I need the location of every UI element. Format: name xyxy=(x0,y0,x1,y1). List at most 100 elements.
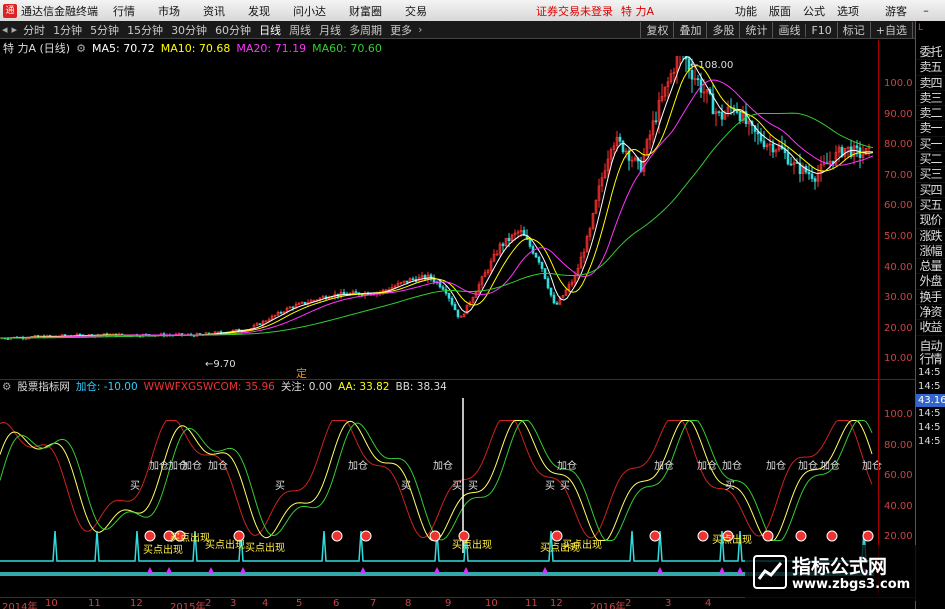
candle-body xyxy=(258,323,262,326)
candle-body xyxy=(552,294,556,304)
price-tag: 43.16 xyxy=(916,393,945,407)
sidebar-item-15[interactable]: 外盘 xyxy=(916,274,945,290)
sidebar-auto[interactable]: 自动 xyxy=(916,339,945,353)
minimize-icon[interactable]: – xyxy=(919,4,933,17)
mai-label: 买 xyxy=(545,480,555,492)
sidebar-item-4[interactable]: 卖二 xyxy=(916,106,945,122)
jiacang-label: 加仓 xyxy=(862,459,882,472)
indicator-settings-icon[interactable]: ⚙ xyxy=(2,381,11,393)
indicator-tick: 40.00 xyxy=(884,500,913,512)
price-tick: 100.0 xyxy=(884,78,913,89)
time-label: 2015年 xyxy=(170,602,206,609)
chevron-right-icon[interactable]: › xyxy=(416,23,424,36)
period-more[interactable]: 更多 xyxy=(386,22,416,38)
sidebar-item-14[interactable]: 总量 xyxy=(916,259,945,275)
jiacang-label: 加仓 xyxy=(820,459,840,472)
triangle-icon xyxy=(542,567,548,573)
diejia-button[interactable]: 叠加 xyxy=(673,22,706,38)
sidebar-item-16[interactable]: 换手 xyxy=(916,290,945,306)
price-tick: 90.00 xyxy=(884,108,913,120)
indicator-header: ⚙ 股票指标网 加仓: -10.00 WWWFXGSWCOM: 35.96 关注… xyxy=(0,380,453,394)
sidebar-item-8[interactable]: 买三 xyxy=(916,167,945,183)
jiacang-label: 加仓 xyxy=(208,459,228,472)
guest-user[interactable]: 游客 xyxy=(885,3,907,19)
menu-xuanxiang[interactable]: 选项 xyxy=(837,3,859,19)
back-arrow-icon[interactable]: ◂ xyxy=(0,23,10,36)
sidebar-item-12[interactable]: 涨跌 xyxy=(916,229,945,244)
menu-wenxiaoda[interactable]: 问小达 xyxy=(293,3,326,19)
period-5min[interactable]: 5分钟 xyxy=(86,22,123,38)
period-fenshi[interactable]: 分时 xyxy=(19,22,49,38)
period-monthly[interactable]: 月线 xyxy=(315,22,345,38)
candle-body xyxy=(807,171,811,175)
biaoji-button[interactable]: 标记 xyxy=(836,22,870,38)
buy-signal-icon xyxy=(862,530,874,542)
period-60min[interactable]: 60分钟 xyxy=(211,22,255,38)
sidebar-hangqing[interactable]: 行情 xyxy=(916,352,945,366)
sidebar-item-17[interactable]: 净资 xyxy=(916,305,945,321)
candle-body xyxy=(654,120,658,123)
sidebar-item-1[interactable]: 卖五 xyxy=(916,60,945,76)
time-label: 10 xyxy=(45,598,58,609)
menu-faxian[interactable]: 发现 xyxy=(248,3,270,19)
tongji-button[interactable]: 统计 xyxy=(739,22,772,38)
period-weekly[interactable]: 周线 xyxy=(285,22,315,38)
triangle-icon xyxy=(240,567,246,573)
tick-time-3: 14:5 xyxy=(918,421,941,433)
menu-gongneng[interactable]: 功能 xyxy=(735,3,757,19)
sidebar-item-13[interactable]: 涨幅 xyxy=(916,244,945,260)
add-watchlist-button[interactable]: +自选 xyxy=(869,22,912,38)
menu-shichang[interactable]: 市场 xyxy=(158,3,180,19)
candle-body xyxy=(303,301,307,305)
sidebar-item-9[interactable]: 买四 xyxy=(916,183,945,198)
sidebar-item-10[interactable]: 买五 xyxy=(916,198,945,214)
sidebar-item-7[interactable]: 买二 xyxy=(916,152,945,168)
settings-icon[interactable]: ⚙ xyxy=(76,42,86,55)
sidebar-item-0[interactable]: 委托 xyxy=(916,45,945,61)
f10-button[interactable]: F10 xyxy=(805,23,836,37)
ding-marker: 定 xyxy=(296,366,307,379)
candle-body xyxy=(771,143,775,153)
login-warning[interactable]: 证券交易未登录 xyxy=(536,3,613,19)
price-tick: 80.00 xyxy=(884,139,913,151)
jiacang-label: 加仓 xyxy=(654,459,674,472)
time-label: 7 xyxy=(370,598,377,609)
main-chart-header: 特 力A (日线) ⚙ MA5: 70.72 MA10: 70.68 MA20:… xyxy=(0,40,388,56)
menu-hangqing[interactable]: 行情 xyxy=(113,3,135,19)
time-label: 12 xyxy=(130,598,143,609)
candlestick-chart[interactable]: ←108.00 ←9.70 定 xyxy=(0,56,915,379)
duogu-button[interactable]: 多股 xyxy=(706,22,739,38)
mai-label: 买 xyxy=(468,480,478,492)
huaxian-button[interactable]: 画线 xyxy=(772,22,805,38)
period-30min[interactable]: 30分钟 xyxy=(167,22,211,38)
buy-signal-icon xyxy=(762,530,774,542)
tick-time-0: 14:5 xyxy=(918,366,941,378)
period-15min[interactable]: 15分钟 xyxy=(123,22,167,38)
sidebar-top-indicator[interactable]: L xyxy=(916,21,945,45)
sidebar-item-18[interactable]: 收益 xyxy=(916,320,945,336)
indicator-name: 股票指标网 xyxy=(17,381,70,393)
candle-body xyxy=(450,297,454,305)
price-tick: 40.00 xyxy=(884,261,913,273)
sidebar-item-5[interactable]: 卖一 xyxy=(916,121,945,137)
price-axis-line xyxy=(878,40,879,595)
bb-line xyxy=(0,420,873,539)
forward-arrow-icon[interactable]: ▸ xyxy=(10,23,20,36)
time-label: 3 xyxy=(665,598,672,609)
menu-gongshi[interactable]: 公式 xyxy=(803,3,825,19)
fuquan-button[interactable]: 复权 xyxy=(640,22,673,38)
menu-banmian[interactable]: 版面 xyxy=(769,3,791,19)
triangle-icon xyxy=(463,567,469,573)
buy-signal-icon xyxy=(144,530,156,542)
sidebar-item-6[interactable]: 买一 xyxy=(916,137,945,153)
candle-body xyxy=(618,136,622,142)
period-1min[interactable]: 1分钟 xyxy=(49,22,86,38)
sidebar-item-11[interactable]: 现价 xyxy=(916,213,945,229)
period-multi[interactable]: 多周期 xyxy=(345,22,386,38)
period-daily[interactable]: 日线 xyxy=(255,22,285,38)
sidebar-item-3[interactable]: 卖三 xyxy=(916,91,945,107)
menu-zixun[interactable]: 资讯 xyxy=(203,3,225,19)
menu-caifuquan[interactable]: 财富圈 xyxy=(349,3,382,19)
sidebar-item-2[interactable]: 卖四 xyxy=(916,76,945,91)
menu-jiaoyi[interactable]: 交易 xyxy=(405,3,427,19)
